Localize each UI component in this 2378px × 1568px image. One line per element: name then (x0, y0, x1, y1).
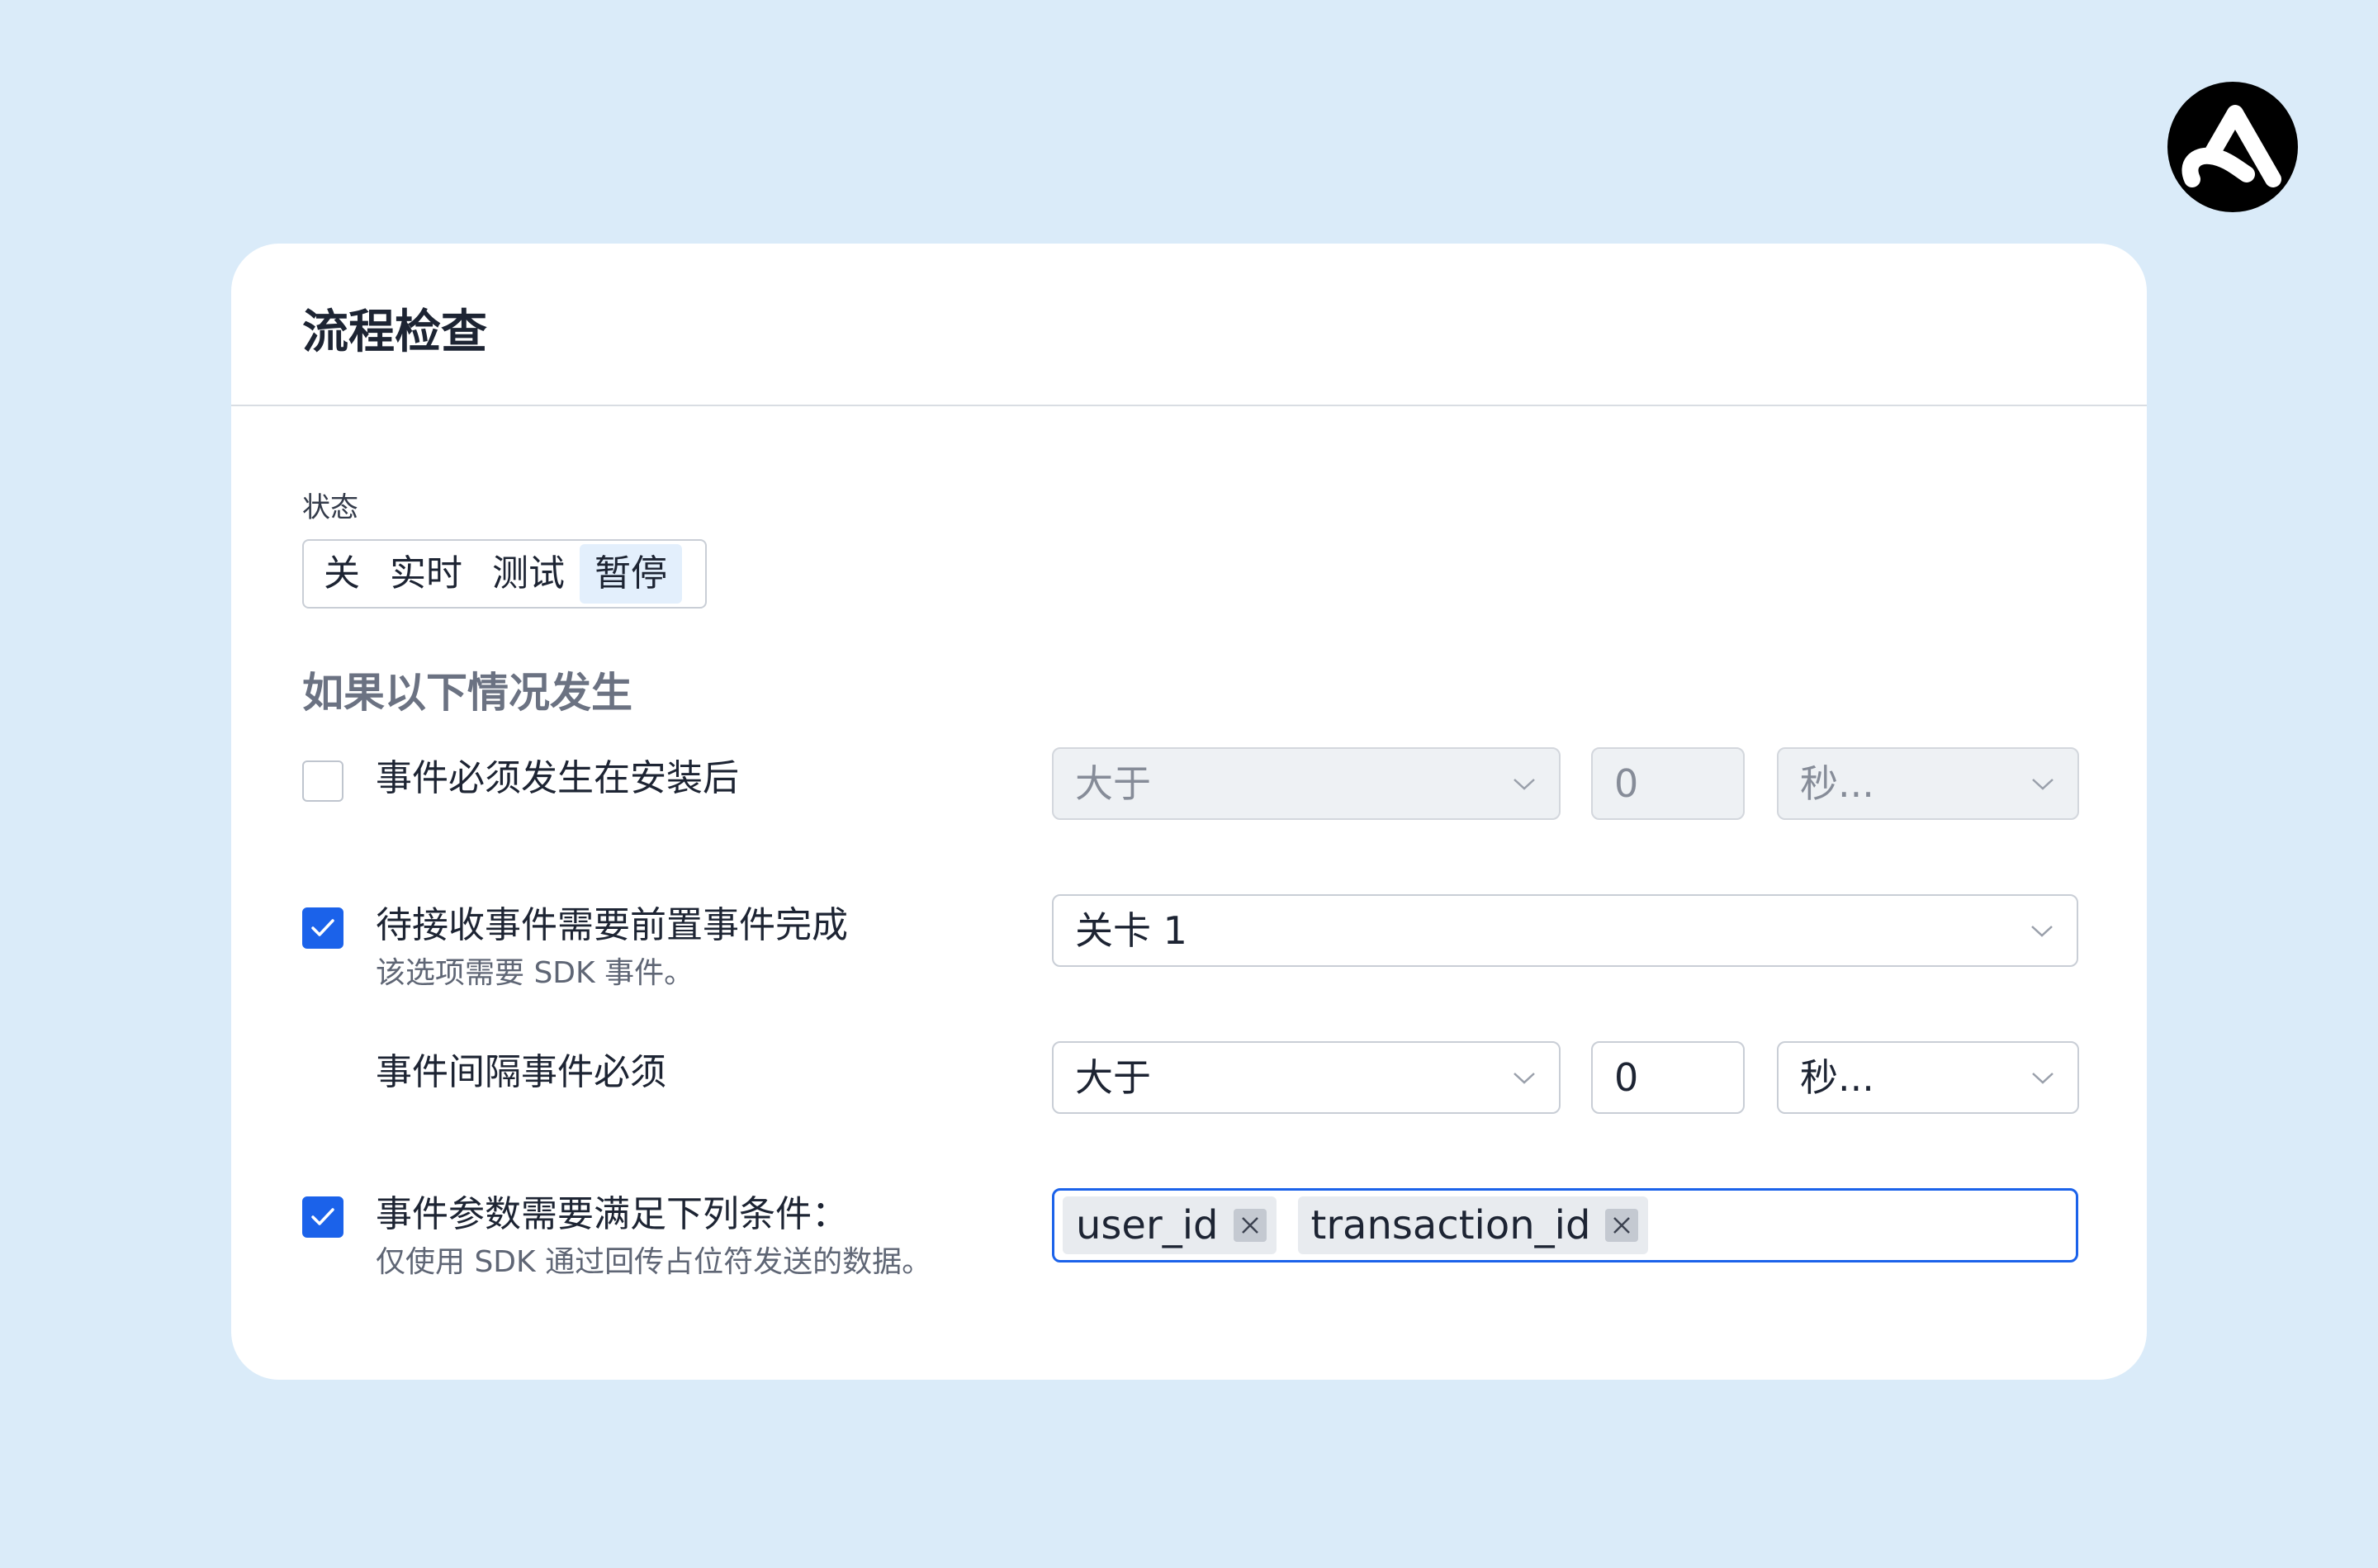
close-icon[interactable] (1605, 1209, 1639, 1242)
interval-value: 0 (1614, 1055, 1639, 1100)
install-checkbox[interactable] (302, 760, 343, 802)
card-title: 流程检查 (302, 306, 487, 359)
params-tag-list: user_id transaction_id (1054, 1191, 2076, 1260)
install-value-input[interactable]: 0 (1591, 747, 1745, 820)
status-option-test[interactable]: 测试 (477, 544, 580, 604)
status-segmented-control: 关 实时 测试 暂停 (302, 539, 707, 609)
chevron-down-icon (2031, 926, 2053, 937)
param-tag-label: transaction_id (1310, 1202, 1591, 1248)
chevron-down-icon (1513, 779, 1535, 790)
status-option-paused[interactable]: 暂停 (580, 544, 682, 604)
chevron-down-icon (2032, 779, 2054, 790)
param-tag-user-id: user_id (1063, 1196, 1277, 1254)
status-option-live[interactable]: 实时 (375, 544, 477, 604)
title-divider (231, 405, 2147, 406)
install-unit-select[interactable]: 秒... (1777, 747, 2079, 820)
check-icon (311, 1208, 334, 1225)
check-icon (311, 919, 334, 936)
brand-logo (2167, 82, 2298, 212)
interval-unit-value: 秒... (1800, 1055, 1874, 1100)
params-sub: 仅使用 SDK 通过回传占位符发送的数据。 (376, 1245, 932, 1279)
prereq-event-select[interactable]: 关卡 1 (1052, 894, 2078, 967)
chevron-down-icon (1513, 1073, 1535, 1084)
status-option-off[interactable]: 关 (309, 544, 375, 604)
prereq-checkbox[interactable] (302, 907, 343, 949)
params-checkbox[interactable] (302, 1196, 343, 1238)
param-tag-label: user_id (1076, 1202, 1219, 1248)
params-label: 事件参数需要满足下列条件： (376, 1193, 848, 1235)
close-icon[interactable] (1233, 1209, 1267, 1242)
install-comparator-value: 大于 (1075, 761, 1151, 806)
prereq-sub: 该选项需要 SDK 事件。 (376, 956, 694, 990)
adjust-logo-icon (2181, 105, 2281, 187)
interval-comparator-select[interactable]: 大于 (1052, 1041, 1561, 1114)
install-label: 事件必须发生在安装后 (376, 757, 739, 799)
install-unit-value: 秒... (1800, 761, 1874, 806)
interval-label: 事件间隔事件必须 (376, 1051, 666, 1093)
interval-value-input[interactable]: 0 (1591, 1041, 1745, 1114)
status-label: 状态 (302, 491, 358, 524)
params-tag-input[interactable]: user_id transaction_id (1052, 1188, 2078, 1262)
interval-unit-select[interactable]: 秒... (1777, 1041, 2079, 1114)
chevron-down-icon (2032, 1073, 2054, 1084)
install-value: 0 (1614, 761, 1639, 806)
interval-comparator-value: 大于 (1075, 1055, 1151, 1100)
param-tag-transaction-id: transaction_id (1297, 1196, 1649, 1254)
condition-section-heading: 如果以下情况发生 (302, 669, 632, 717)
prereq-event-value: 关卡 1 (1075, 908, 1187, 953)
flow-check-card: 流程检查 状态 关 实时 测试 暂停 如果以下情况发生 事件必须发生在安装后 大… (231, 244, 2147, 1380)
install-comparator-select[interactable]: 大于 (1052, 747, 1561, 820)
prereq-label: 待接收事件需要前置事件完成 (376, 904, 848, 946)
